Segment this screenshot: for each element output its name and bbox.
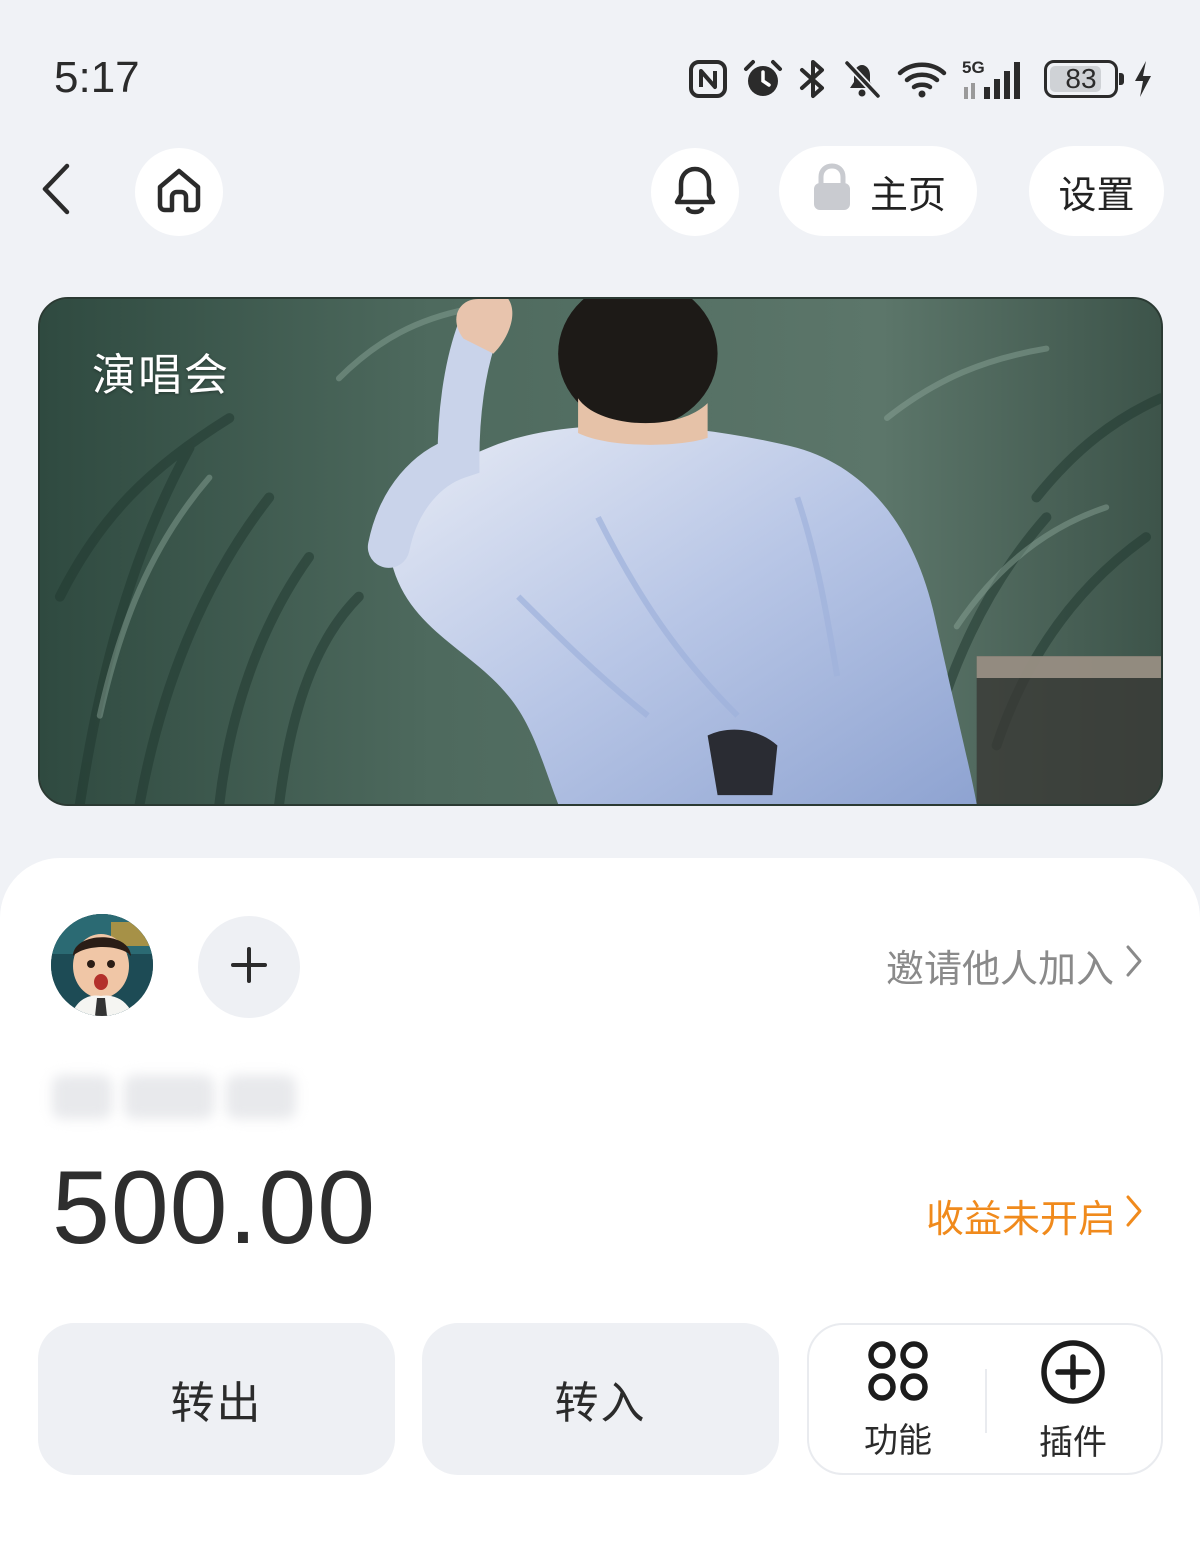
battery-icon: 83 [1044, 60, 1124, 98]
transfer-out-button[interactable]: 转出 [38, 1323, 395, 1475]
earnings-link[interactable]: 收益未开启 [926, 1188, 1144, 1243]
network-label: 5G [962, 58, 985, 77]
charging-icon [1132, 59, 1154, 99]
banner-title: 演唱会 [92, 350, 230, 401]
plus-icon [229, 945, 269, 989]
status-icons: 5G 83 [688, 52, 1154, 106]
settings-button[interactable]: 设置 [1029, 146, 1164, 236]
settings-label: 设置 [1058, 172, 1135, 217]
bluetooth-icon [798, 58, 828, 100]
nfc-icon [688, 59, 728, 99]
features-label: 功能 [864, 1421, 932, 1461]
battery-level: 83 [1065, 63, 1097, 94]
transfer-in-button[interactable]: 转入 [422, 1323, 779, 1475]
add-member-button[interactable] [198, 916, 300, 1018]
homepage-button[interactable]: 主页 [779, 146, 977, 236]
avatar[interactable] [51, 914, 153, 1016]
home-icon [154, 165, 204, 219]
four-circles-icon [866, 1339, 930, 1407]
tools-panel: 功能 插件 [807, 1323, 1163, 1475]
status-time: 5:17 [54, 53, 140, 102]
balance-amount: 500.00 [52, 1150, 377, 1266]
plus-circle-icon [1040, 1339, 1106, 1409]
plugins-label: 插件 [1039, 1423, 1107, 1463]
invite-label: 邀请他人加入 [885, 947, 1114, 991]
homepage-label: 主页 [869, 172, 946, 217]
notifications-button[interactable] [651, 148, 739, 236]
earnings-label: 收益未开启 [925, 1197, 1116, 1241]
banner[interactable]: 演唱会 [38, 297, 1163, 806]
wallet-card: 邀请他人加入 500.00 收益未开启 转出 转入 功能 插件 [0, 858, 1200, 1558]
back-button[interactable] [28, 158, 84, 224]
plugins-button[interactable]: 插件 [998, 1339, 1148, 1463]
tools-divider [985, 1369, 987, 1433]
invite-link[interactable]: 邀请他人加入 [886, 938, 1144, 993]
features-button[interactable]: 功能 [823, 1339, 973, 1463]
wifi-icon [896, 59, 948, 99]
home-button[interactable] [135, 148, 223, 236]
lock-icon [810, 162, 854, 221]
bell-icon [669, 162, 721, 222]
alarm-icon [742, 58, 784, 100]
back-arrow-icon [39, 162, 73, 220]
chevron-right-icon [1124, 1193, 1144, 1238]
signal-icon: 5G [962, 57, 1030, 101]
status-bar: 5:17 5G 83 [0, 0, 1200, 140]
account-name-blurred [52, 1070, 312, 1124]
chevron-right-icon [1124, 943, 1144, 988]
avatar-image [51, 914, 153, 1016]
mute-icon [842, 58, 882, 100]
